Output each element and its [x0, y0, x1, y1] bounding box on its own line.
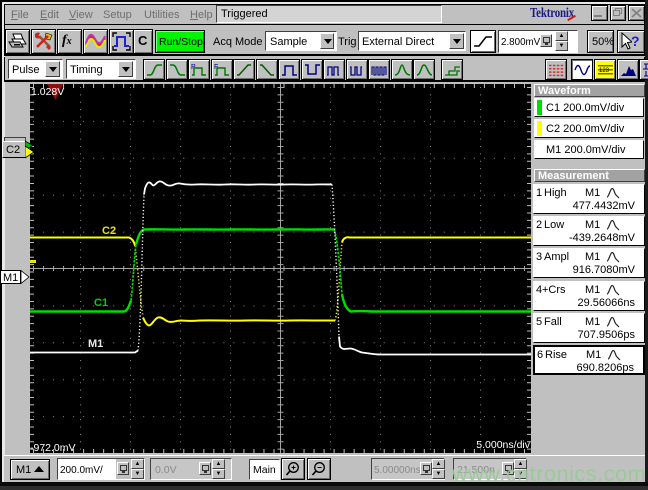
svg-text:C1: C1	[94, 297, 108, 309]
svg-text:123: 123	[599, 68, 610, 74]
svg-text:M1: M1	[88, 338, 103, 350]
svg-text:C2: C2	[102, 225, 116, 237]
svg-text:-972.0mV: -972.0mV	[30, 442, 76, 453]
svg-text:5.000ns/div: 5.000ns/div	[476, 439, 530, 451]
svg-text:1.028V: 1.028V	[31, 86, 64, 98]
